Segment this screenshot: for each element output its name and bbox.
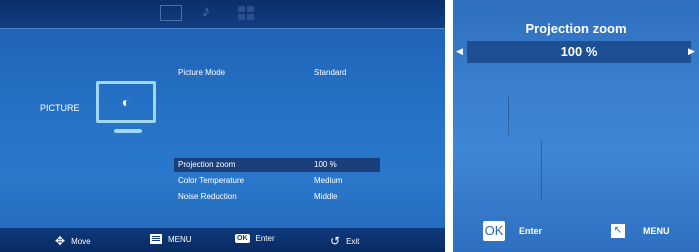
menu-icon — [150, 234, 162, 244]
menu-item-value: Medium — [314, 176, 343, 185]
menu-item-color-temperature[interactable]: Color Temperature Medium — [174, 174, 380, 188]
hint-label: MENU — [168, 234, 192, 244]
hint-enter: OK Enter — [235, 234, 275, 243]
brightness-icon: ◐ — [121, 94, 131, 110]
hint-move: ✥ Move — [55, 234, 91, 248]
monitor-icon: ◐ — [96, 81, 156, 123]
screen-streak — [541, 140, 542, 200]
menu-item-value: Standard — [314, 68, 347, 77]
ok-icon[interactable]: OK — [483, 221, 505, 241]
menu-item-value: Middle — [314, 192, 338, 201]
back-icon[interactable]: ↖ — [611, 224, 625, 238]
hint-label: Enter — [255, 234, 275, 243]
app-icon[interactable] — [238, 6, 254, 20]
enter-label: Enter — [519, 226, 543, 236]
menu-item-label: Projection zoom — [178, 160, 236, 169]
menu-item-label: Color Temperature — [178, 176, 245, 185]
hint-exit: ↺ Exit — [330, 234, 359, 248]
menu-item-value: 100 % — [314, 160, 337, 169]
screen-streak — [508, 95, 509, 135]
move-icon: ✥ — [55, 234, 66, 248]
picture-menu-panel: ♪ PICTURE ◐ Picture Mode Standard Projec… — [0, 0, 445, 252]
menu-item-noise-reduction[interactable]: Noise Reduction Middle — [174, 190, 380, 204]
section-label: PICTURE — [40, 103, 80, 113]
music-icon[interactable]: ♪ — [202, 3, 210, 21]
hint-menu: MENU — [150, 234, 192, 244]
zoom-value-selector[interactable]: 100 % — [467, 41, 691, 63]
exit-icon: ↺ — [330, 234, 341, 248]
projection-zoom-panel: Projection zoom ◀ 100 % ▶ OK Enter ↖ MEN… — [453, 0, 699, 252]
right-arrow-icon[interactable]: ▶ — [688, 46, 695, 57]
hint-bar: ✥ Move MENU OK Enter ↺ Exit — [0, 228, 445, 252]
page-title: Projection zoom — [525, 21, 627, 36]
hint-label: Exit — [346, 236, 360, 246]
left-arrow-icon[interactable]: ◀ — [456, 46, 463, 57]
menu-item-projection-zoom[interactable]: Projection zoom 100 % — [174, 158, 380, 172]
menu-item-label: Noise Reduction — [178, 192, 237, 201]
tv-icon[interactable] — [160, 5, 182, 21]
menu-label: MENU — [643, 226, 670, 236]
zoom-value: 100 % — [560, 44, 598, 59]
ok-icon: OK — [235, 234, 250, 243]
menu-item-picture-mode[interactable]: Picture Mode Standard — [174, 66, 380, 80]
hint-label: Move — [71, 236, 91, 246]
menu-tab-bar: ♪ — [0, 0, 445, 29]
monitor-stand — [114, 129, 142, 133]
menu-item-label: Picture Mode — [178, 68, 226, 77]
